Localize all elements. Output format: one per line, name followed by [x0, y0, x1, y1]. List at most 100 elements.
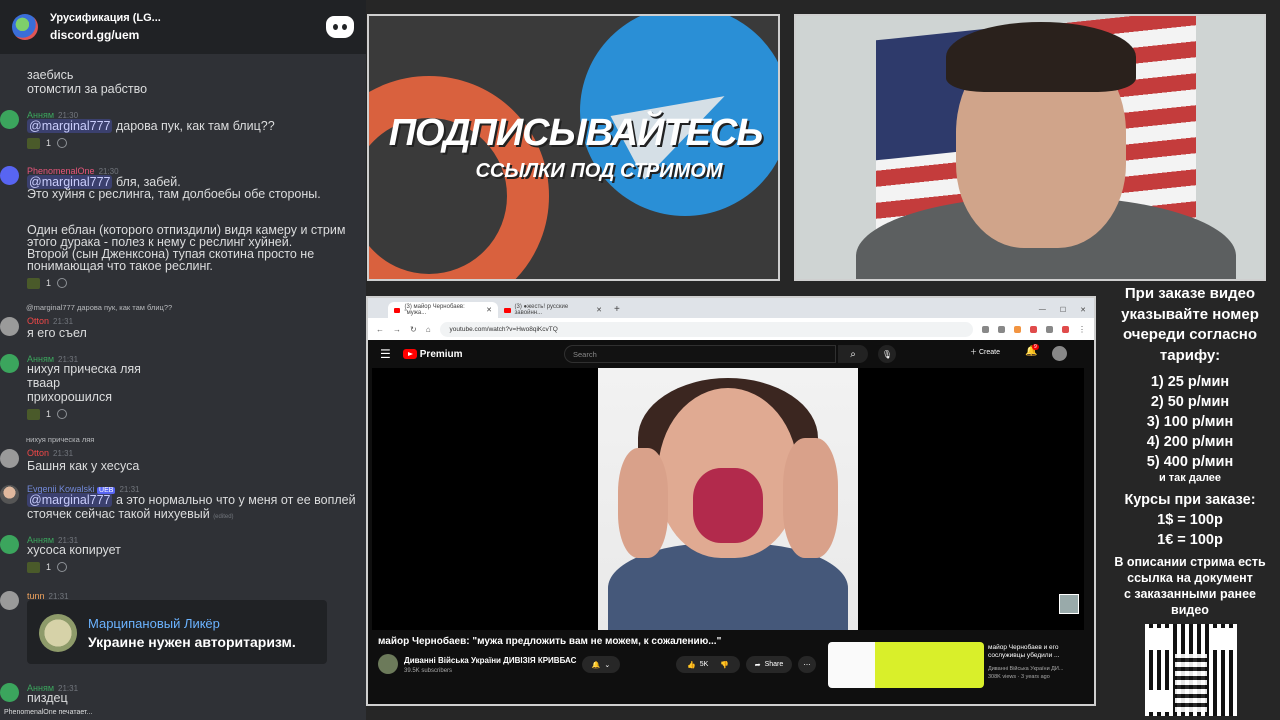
- new-tab-button[interactable]: +: [608, 304, 626, 318]
- youtube-premium-label[interactable]: Premium: [420, 349, 463, 360]
- reaction[interactable]: 1: [27, 136, 68, 150]
- youtube-favicon-icon: [504, 307, 511, 313]
- avatar[interactable]: [0, 110, 19, 129]
- emoji-icon: [27, 408, 40, 420]
- tariff-item: 2) 50 р/мин: [1150, 394, 1230, 410]
- create-button[interactable]: ＋ Create: [970, 347, 1000, 357]
- message-text: понимающая что такое реслинг.: [27, 259, 213, 273]
- recommended-video-thumbnail[interactable]: [828, 642, 984, 688]
- add-reaction-icon[interactable]: [57, 138, 68, 148]
- order-info-panel: При заказе видео указывайте номер очеред…: [1100, 284, 1280, 618]
- extension-icon[interactable]: [1014, 325, 1021, 333]
- discord-chat-panel: Урусификация (LG... discord.gg/uem заеби…: [0, 0, 366, 720]
- banner-subtitle: ССЫЛКИ ПОД СТРИМОМ: [475, 160, 723, 182]
- browser-tab[interactable]: (3) ●жесть! русские завойнн... ✕: [498, 302, 608, 318]
- add-reaction-icon[interactable]: [57, 278, 68, 288]
- bell-icon: 🔔: [591, 661, 601, 669]
- message-text: Башня как у хесуса: [27, 459, 140, 473]
- message-text: Это хуйня с реслинга, там долбоебы обе с…: [27, 187, 321, 201]
- description-note: видео: [1171, 603, 1209, 617]
- rate-item: 1$ = 100р: [1157, 512, 1223, 528]
- avatar[interactable]: [0, 166, 19, 185]
- browser-window: (3) майор Чернобаев: "мужа... ✕ (3) ●жест…: [366, 296, 1096, 706]
- info-heading: указывайте номер: [1121, 305, 1259, 323]
- avatar[interactable]: [0, 485, 19, 504]
- avatar[interactable]: [0, 317, 19, 336]
- search-input[interactable]: Search: [564, 345, 836, 363]
- extension-icon[interactable]: [1030, 325, 1037, 333]
- avatar[interactable]: [0, 535, 19, 554]
- subscription-bell-button[interactable]: 🔔 ⌄: [582, 656, 620, 673]
- reaction[interactable]: 1: [27, 560, 68, 574]
- search-icon[interactable]: ⌕: [838, 345, 868, 363]
- tab-bar: (3) майор Чернобаев: "мужа... ✕ (3) ●жест…: [368, 298, 1094, 318]
- channel-avatar[interactable]: [378, 654, 398, 674]
- url-input[interactable]: youtube.com/watch?v=Hwo8qiKcvTQ: [439, 321, 973, 337]
- avatar[interactable]: [0, 354, 19, 373]
- close-tab-icon[interactable]: ✕: [596, 306, 602, 314]
- extension-icon[interactable]: [1046, 325, 1053, 333]
- account-avatar[interactable]: [1052, 346, 1067, 361]
- reaction[interactable]: 1: [27, 276, 68, 290]
- like-dislike-button[interactable]: 👍 5K 👎: [676, 656, 740, 673]
- subscriber-count: 39.5K subscribers: [404, 668, 453, 674]
- description-note: В описании стрима есть: [1114, 555, 1266, 569]
- reply-preview[interactable]: @marginal777 дарова пук, как там блиц??: [26, 303, 172, 312]
- video-overlay-thumbnail[interactable]: [1059, 594, 1079, 614]
- message-text: хусоса копирует: [27, 543, 121, 557]
- message-text: тваар: [27, 376, 61, 390]
- mention[interactable]: @marginal777: [27, 493, 113, 507]
- more-actions-button[interactable]: ⋯: [798, 656, 816, 673]
- maximize-icon[interactable]: ☐: [1060, 306, 1066, 314]
- share-button[interactable]: ➦ Share: [746, 656, 792, 673]
- video-subject-mouth: [693, 468, 763, 543]
- menu-icon[interactable]: ⋮: [1078, 325, 1086, 334]
- subscribe-banner: ПОДПИСЫВАЙТЕСЬ ССЫЛКИ ПОД СТРИМОМ: [367, 14, 780, 281]
- embed-title[interactable]: Марципановый Ликёр: [88, 616, 220, 631]
- add-reaction-icon[interactable]: [57, 409, 68, 419]
- qr-code-icon: [1145, 624, 1237, 716]
- youtube-header: ☰ Premium Search ⌕ 🎙 ＋ Create 🔔 9: [368, 340, 1094, 368]
- close-tab-icon[interactable]: ✕: [486, 306, 492, 314]
- video-frame: [598, 368, 858, 630]
- microphone-icon[interactable]: 🎙: [878, 345, 896, 363]
- close-window-icon[interactable]: ✕: [1080, 306, 1086, 314]
- info-heading: тарифу:: [1159, 346, 1221, 364]
- channel-name[interactable]: Диванні Війська України ДИВІЗІЯ КРИВБАС: [404, 656, 576, 665]
- mention[interactable]: @marginal777: [27, 119, 113, 133]
- reply-preview[interactable]: нихуя прическа ляя: [26, 435, 94, 444]
- embed-card[interactable]: Марципановый Ликёр Украине нужен авторит…: [27, 600, 327, 664]
- forward-icon[interactable]: →: [393, 325, 401, 334]
- tariff-item: 1) 25 р/мин: [1150, 374, 1230, 390]
- avatar[interactable]: [0, 683, 19, 702]
- edited-label: (edited): [213, 514, 234, 520]
- username[interactable]: Otton: [27, 448, 49, 458]
- extension-icon[interactable]: [998, 325, 1005, 333]
- profile-icon[interactable]: [1062, 325, 1069, 333]
- tariff-item: 3) 100 р/мин: [1146, 414, 1234, 430]
- typing-indicator: PhenomenalOne печатает...: [4, 709, 93, 716]
- server-icon: [12, 14, 38, 40]
- minimize-icon[interactable]: —: [1039, 306, 1046, 314]
- hamburger-menu-icon[interactable]: ☰: [380, 347, 391, 361]
- banner-title: ПОДПИСЫВАЙТЕСЬ: [388, 112, 764, 154]
- browser-tab[interactable]: (3) майор Чернобаев: "мужа... ✕: [388, 302, 498, 318]
- youtube-favicon-icon: [394, 307, 401, 313]
- recommended-video-title[interactable]: майор Чернобаев и его сослуживцы убедили…: [988, 644, 1088, 660]
- avatar[interactable]: [0, 591, 19, 610]
- description-note: ссылка на документ: [1127, 571, 1253, 585]
- avatar[interactable]: [0, 449, 19, 468]
- youtube-logo-icon[interactable]: [402, 349, 417, 359]
- reaction[interactable]: 1: [27, 407, 68, 421]
- notification-count: 9: [1032, 344, 1039, 350]
- share-icon: ➦: [754, 661, 761, 669]
- add-reaction-icon[interactable]: [57, 562, 68, 572]
- back-icon[interactable]: ←: [376, 325, 384, 334]
- discord-logo-icon: [326, 16, 354, 38]
- extension-icon[interactable]: [982, 325, 989, 333]
- video-player[interactable]: [372, 368, 1084, 630]
- username[interactable]: Otton: [27, 316, 49, 326]
- recommended-video-channel: Диванні Війська України ДИ...: [988, 666, 1064, 672]
- home-icon[interactable]: ⌂: [426, 325, 431, 334]
- reload-icon[interactable]: ↻: [410, 325, 417, 334]
